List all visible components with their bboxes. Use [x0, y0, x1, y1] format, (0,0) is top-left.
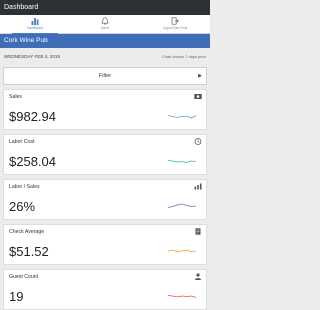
metric-card-check-average[interactable]: Check Average $51.52	[3, 224, 207, 265]
labor-cost-sparkline	[168, 160, 196, 163]
metric-title: Sales	[9, 94, 22, 100]
guests-icon	[195, 273, 201, 280]
guest-count-sparkline	[168, 295, 196, 298]
filter-button[interactable]: Filter ▶	[3, 67, 207, 85]
tab-logout[interactable]: Logout Sam Pole	[140, 15, 210, 33]
metric-value: $982.94	[9, 109, 56, 124]
metric-value: $258.04	[9, 154, 56, 169]
date-row: WEDNESDAY FEB 4, 2015 Chart shows 7 days…	[0, 50, 210, 66]
money-icon	[194, 94, 202, 99]
percent-chart-icon	[194, 183, 202, 190]
logout-icon	[170, 16, 180, 26]
selected-date[interactable]: WEDNESDAY FEB 4, 2015	[4, 54, 84, 60]
tab-alerts[interactable]: Alerts	[70, 15, 140, 33]
sparkline-path	[168, 295, 196, 298]
tab-dashboard[interactable]: Dashboard	[0, 15, 70, 34]
tab-dashboard-label: Dashboard	[27, 26, 43, 30]
chevron-right-icon: ▶	[198, 73, 202, 79]
bell-icon	[100, 16, 110, 26]
metric-card-labor-sales[interactable]: Labor / Sales 26%	[3, 179, 207, 220]
metric-title: Check Average	[9, 229, 45, 235]
app-title: Dashboard	[4, 4, 39, 11]
sales-sparkline	[168, 115, 196, 119]
metric-title: Guest Count	[9, 274, 39, 280]
location-header: Cork Wine Pub	[0, 34, 210, 48]
labor-sales-sparkline	[168, 203, 196, 208]
metric-value: 19	[9, 289, 24, 304]
location-name: Cork Wine Pub	[4, 37, 48, 44]
sparkline-path	[168, 160, 196, 163]
metric-value: 26%	[9, 199, 36, 214]
sparkline-path	[168, 115, 196, 119]
chart-range-hint: Chart shows 7 days prior	[161, 54, 206, 59]
sparkline-path	[168, 249, 196, 253]
metric-value: $51.52	[9, 244, 49, 259]
tab-bar: Dashboard Alerts Logout Sam Pole	[0, 15, 210, 34]
filter-label: Filter	[98, 73, 112, 79]
sparkline-path	[168, 203, 196, 208]
tab-logout-label: Logout Sam Pole	[162, 26, 188, 30]
check-average-sparkline	[168, 249, 196, 253]
metric-card-guest-count[interactable]: Guest Count 19	[3, 269, 207, 310]
receipt-icon	[195, 228, 201, 235]
metric-title: Labor Cost	[9, 139, 35, 145]
app-title-bar: Dashboard	[0, 0, 210, 15]
metric-title: Labor / Sales	[9, 184, 40, 190]
tab-alerts-label: Alerts	[100, 26, 110, 30]
clock-icon	[194, 138, 202, 145]
metric-card-sales[interactable]: Sales $982.94	[3, 89, 207, 130]
metric-card-labor-cost[interactable]: Labor Cost $258.04	[3, 134, 207, 175]
bar-chart-icon	[30, 16, 40, 26]
